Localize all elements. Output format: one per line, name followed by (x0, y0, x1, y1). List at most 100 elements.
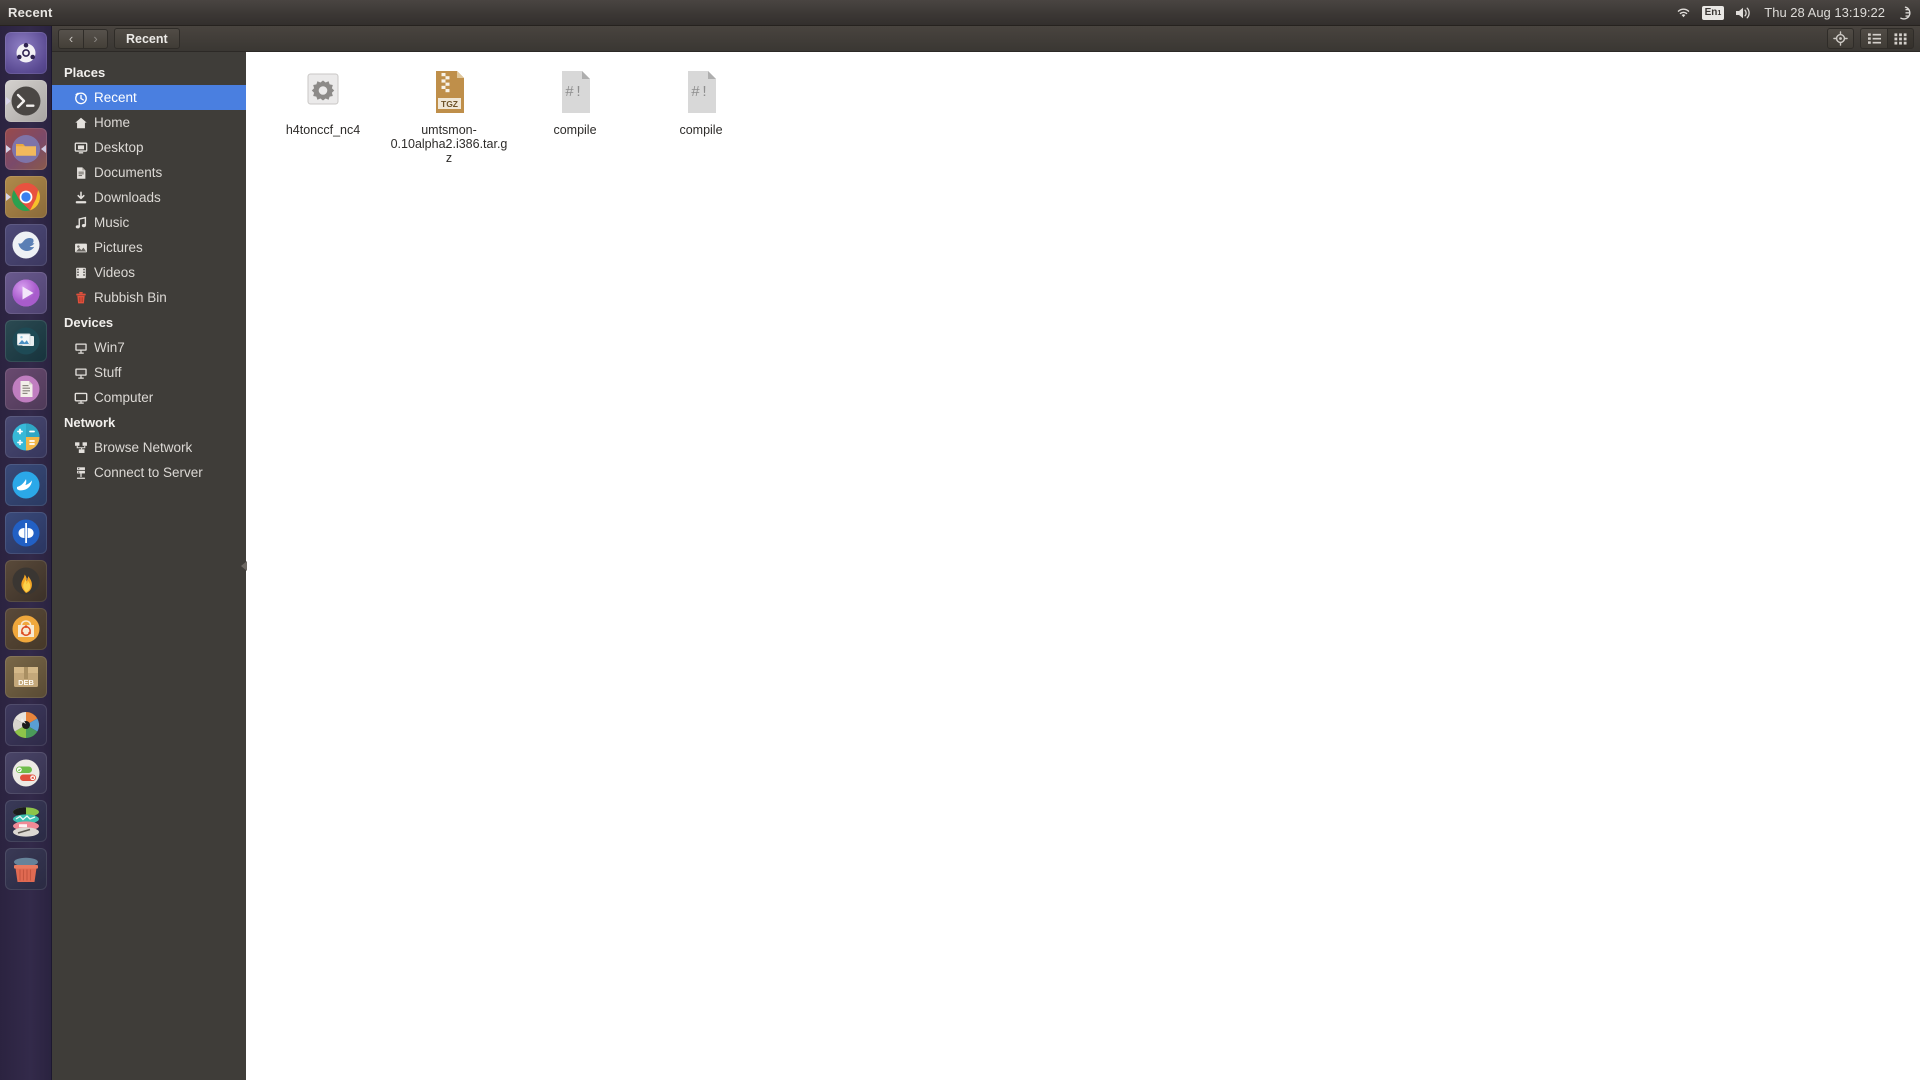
file-manager-body: Places Recent Home Desktop Documents Dow… (52, 52, 1920, 1080)
file-item-script[interactable]: #! compile (638, 68, 764, 165)
launcher-item-ubuntu-software[interactable] (4, 608, 47, 650)
launcher-item-media-player[interactable] (4, 272, 47, 314)
sidebar-item-connect-to-server[interactable]: Connect to Server (52, 460, 246, 485)
launcher-item-color-wheel-app[interactable] (4, 704, 47, 746)
breadcrumb-recent[interactable]: Recent (114, 28, 180, 49)
desktop-icon (73, 140, 88, 155)
sidebar-item-label: Browse Network (94, 440, 193, 455)
sidebar-item-label: Stuff (94, 365, 122, 380)
sidebar-item-desktop[interactable]: Desktop (52, 135, 246, 160)
sidebar-item-music[interactable]: Music (52, 210, 246, 235)
location-search-icon[interactable] (1827, 28, 1854, 49)
power-icon[interactable] (1896, 0, 1911, 26)
sidebar-item-label: Connect to Server (94, 465, 203, 480)
launcher-item-ubuntu-dash[interactable] (4, 32, 47, 74)
sidebar-item-videos[interactable]: Videos (52, 260, 246, 285)
file-list-view[interactable]: h4tonccf_nc4 TGZ umtsmon-0.10alpha2.i386… (246, 52, 1920, 1080)
navigation-buttons: ‹ › (58, 28, 108, 49)
sidebar-item-label: Music (94, 215, 130, 230)
sidebar-item-stuff[interactable]: Stuff (52, 360, 246, 385)
file-item-label: compile (679, 123, 723, 137)
sidebar-section-places: Places (64, 65, 106, 80)
launcher-item-deb-package-installer[interactable]: DEB (4, 656, 47, 698)
sidebar-section-network: Network (64, 415, 116, 430)
launcher-item-terminal[interactable] (4, 80, 47, 122)
launcher-item-google-chrome[interactable] (4, 176, 47, 218)
sidebar-item-label: Documents (94, 165, 163, 180)
sidebar-item-downloads[interactable]: Downloads (52, 185, 246, 210)
sidebar-item-label: Home (94, 115, 131, 130)
running-indicator (5, 193, 11, 201)
svg-text:TGZ: TGZ (441, 99, 458, 109)
volume-icon[interactable] (1735, 0, 1753, 26)
trash-icon (73, 290, 88, 305)
launcher-item-brasero-disc-burner[interactable] (4, 560, 47, 602)
launcher-item-calculator[interactable] (4, 416, 47, 458)
file-manager-window: ‹ › Recent Places Recent Home Desktop Do… (52, 26, 1920, 1080)
keyboard-layout-index: 1 (1717, 9, 1722, 17)
picture-icon (73, 240, 88, 255)
home-icon (73, 115, 88, 130)
sidebar-item-rubbish-bin[interactable]: Rubbish Bin (52, 285, 246, 310)
list-view-icon[interactable] (1860, 28, 1887, 49)
launcher-item-image-viewer[interactable] (4, 320, 47, 362)
panel-window-title: Recent (8, 5, 53, 20)
launcher-item-firefox-browser[interactable] (4, 224, 47, 266)
launcher-item-rubbish-bin[interactable] (4, 848, 47, 890)
file-item-executable[interactable]: h4tonccf_nc4 (260, 68, 386, 165)
shell-script-icon: #! (551, 68, 599, 116)
clock-icon (73, 90, 88, 105)
clock[interactable]: Thu 28 Aug 13:19:22 (1764, 0, 1885, 26)
file-item-archive[interactable]: TGZ umtsmon-0.10alpha2.i386.tar.gz (386, 68, 512, 165)
svg-text:DEB: DEB (18, 678, 34, 687)
unity-launcher: DEB (0, 26, 52, 1080)
places-sidebar: Places Recent Home Desktop Documents Dow… (52, 52, 247, 1080)
music-note-icon (73, 215, 88, 230)
file-item-label: compile (553, 123, 597, 137)
sidebar-item-label: Desktop (94, 140, 144, 155)
launcher-item-files-nautilus[interactable] (4, 128, 47, 170)
wifi-icon[interactable] (1676, 0, 1691, 26)
sidebar-item-label: Videos (94, 265, 136, 280)
sidebar-item-win7[interactable]: Win7 (52, 335, 246, 360)
file-manager-toolbar: ‹ › Recent (52, 26, 1920, 52)
sidebar-item-label: Recent (94, 90, 137, 105)
sidebar-item-label: Downloads (94, 190, 161, 205)
sidebar-item-label: Pictures (94, 240, 143, 255)
launcher-item-qbittorrent[interactable] (4, 512, 47, 554)
sidebar-item-label: Computer (94, 390, 154, 405)
launcher-item-text-editor[interactable] (4, 368, 47, 410)
shell-script-icon: #! (677, 68, 725, 116)
sidebar-item-computer[interactable]: Computer (52, 385, 246, 410)
sidebar-item-documents[interactable]: Documents (52, 160, 246, 185)
download-icon (73, 190, 88, 205)
server-icon (73, 465, 88, 480)
launcher-item-system-settings[interactable] (4, 752, 47, 794)
sidebar-resize-handle[interactable] (241, 561, 247, 571)
svg-text:#!: #! (565, 84, 583, 101)
sidebar-item-recent[interactable]: Recent (52, 85, 246, 110)
keyboard-layout-indicator[interactable]: En 1 (1701, 0, 1725, 26)
focused-indicator (40, 145, 46, 153)
executable-gear-icon (299, 68, 347, 116)
sidebar-item-browse-network[interactable]: Browse Network (52, 435, 246, 460)
archive-tgz-icon: TGZ (425, 68, 473, 116)
toolbar-right-controls (1827, 28, 1914, 49)
grid-view-icon[interactable] (1887, 28, 1914, 49)
running-indicator (5, 145, 11, 153)
launcher-item-dolphin-file-manager[interactable] (4, 464, 47, 506)
back-button[interactable]: ‹ (58, 28, 83, 49)
drive-icon (73, 365, 88, 380)
sidebar-item-home[interactable]: Home (52, 110, 246, 135)
svg-text:#!: #! (691, 84, 709, 101)
running-indicator (5, 97, 11, 105)
sidebar-section-devices: Devices (64, 315, 114, 330)
file-item-script[interactable]: #! compile (512, 68, 638, 165)
forward-button[interactable]: › (83, 28, 108, 49)
sidebar-item-label: Rubbish Bin (94, 290, 167, 305)
view-mode-toggle (1860, 28, 1914, 49)
network-icon (73, 440, 88, 455)
top-panel: Recent En 1 Thu 28 Aug 13:19:22 (0, 0, 1920, 26)
sidebar-item-pictures[interactable]: Pictures (52, 235, 246, 260)
launcher-item-workspace-switcher[interactable] (4, 800, 47, 842)
